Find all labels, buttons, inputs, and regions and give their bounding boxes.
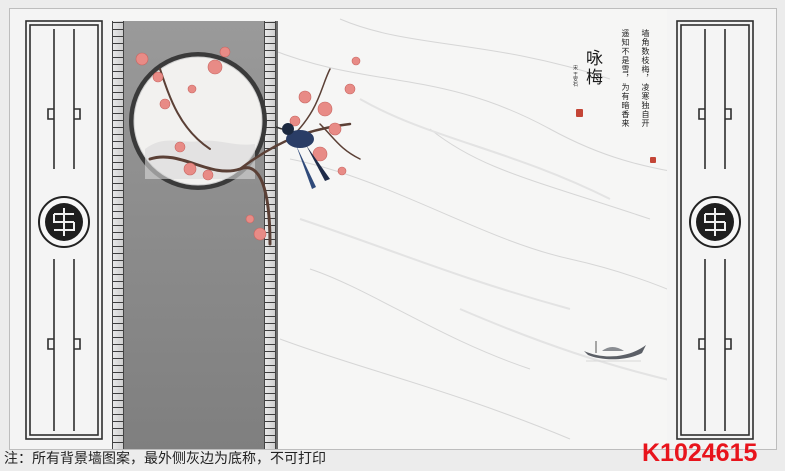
footer-note: 注：所有背景墙图案，最外侧灰边为底称，不可打印 [4,451,326,467]
poem-text: 墙角数枝梅，凌寒独自开 遥知不是雪，为有暗香来 [602,29,664,169]
poem-line-1: 墙角数枝梅，凌寒独自开 [641,29,650,128]
seal-stamp-icon [576,109,583,117]
mural-artwork: 咏梅 宋 王安石 墙角数枝梅，凌寒独自开 遥知不是雪，为有暗香来 [9,8,777,450]
plum-blossom-moon-painting [129,46,361,246]
product-code: K1024615 [642,439,758,467]
left-medallion-icon [38,196,90,248]
poem-line-2: 遥知不是雪，为有暗香来 [621,29,630,128]
wallpaper-preview: 咏梅 宋 王安石 墙角数枝梅，凌寒独自开 遥知不是雪，为有暗香来 注：所有背景墙… [0,0,785,471]
seal-stamp-icon [650,157,656,163]
left-fretwork-panel [10,9,110,449]
right-medallion-icon [689,196,741,248]
poem-author: 宋 王安石 [572,65,578,87]
fishing-boat-icon [584,341,646,362]
right-fretwork-panel [667,9,776,449]
